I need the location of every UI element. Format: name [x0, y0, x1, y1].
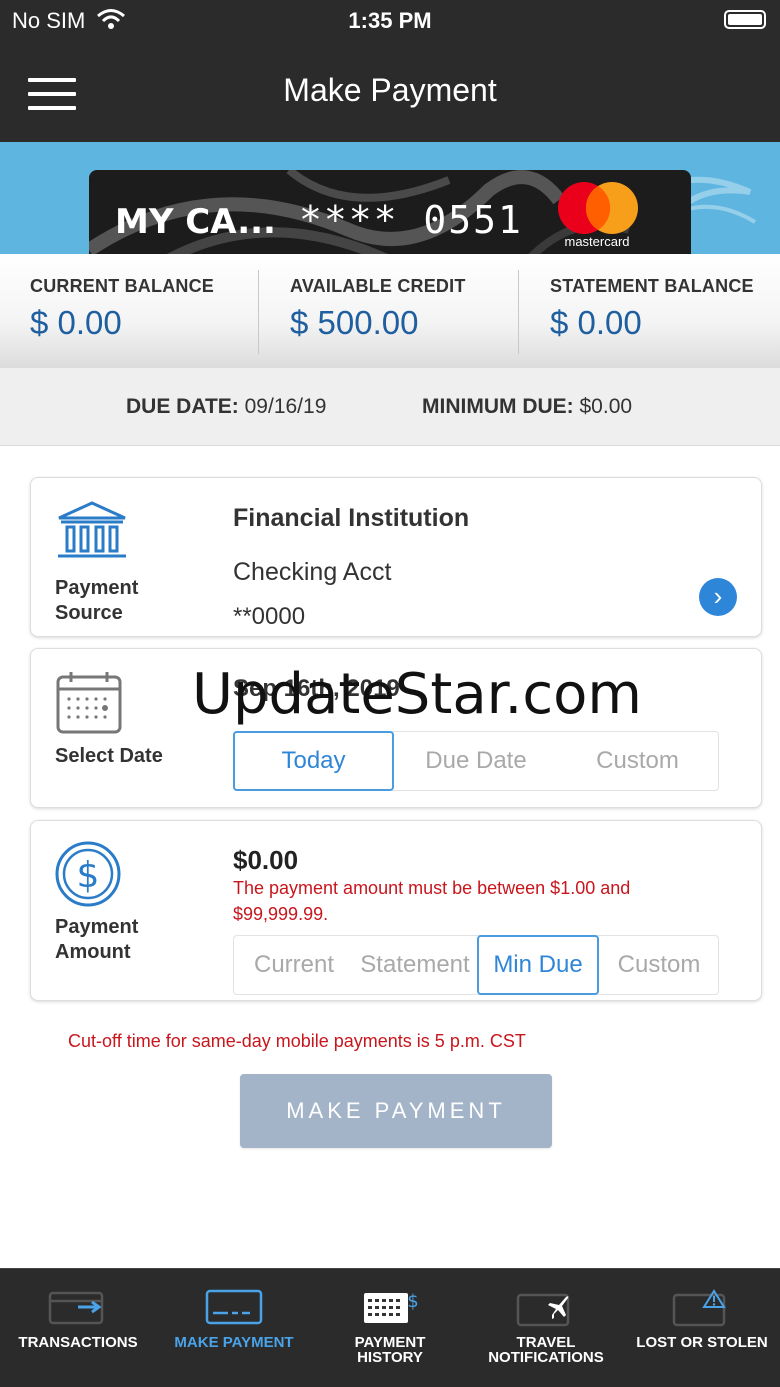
tab-label-line2: NOTIFICATIONS [488, 1349, 604, 1366]
statement-balance-value: $ 0.00 [550, 304, 642, 341]
due-date-label: DUE DATE: [126, 395, 239, 418]
tab-label: TRAVEL [516, 1334, 576, 1351]
statement-balance: STATEMENT BALANCE $ 0.00 [520, 254, 780, 368]
page-title: Make Payment [283, 72, 497, 108]
date-option-due-date[interactable]: Due Date [396, 732, 556, 790]
account-number: **0000 [233, 603, 306, 630]
date-selector: Today Due Date Custom [233, 731, 719, 791]
card-number: **** 0551 [299, 198, 523, 242]
svg-text:$: $ [407, 1291, 418, 1312]
payment-source-panel[interactable]: Payment Source Financial Institution Che… [30, 477, 762, 637]
divider [258, 270, 259, 354]
tab-label: TRANSACTIONS [18, 1334, 138, 1351]
amount-error-message: The payment amount must be between $1.00… [233, 878, 631, 924]
calendar-icon [56, 672, 122, 734]
watermark: UpdateStar.com [192, 662, 642, 727]
card-banner: MY CA... **** 0551 mastercard [0, 142, 780, 254]
minimum-due-value: $0.00 [579, 395, 633, 418]
clock: 1:35 PM [348, 8, 432, 33]
amount-option-statement[interactable]: Statement [354, 936, 476, 994]
available-credit-label: AVAILABLE CREDIT [290, 276, 466, 296]
cutoff-note: Cut-off time for same-day mobile payment… [68, 1031, 526, 1051]
tab-payment-history[interactable]: $ PAYMENT HISTORY [312, 1269, 468, 1387]
payment-amount-panel: $ Payment Amount $0.00 The payment amoun… [30, 820, 762, 1001]
tab-make-payment[interactable]: MAKE PAYMENT [156, 1269, 312, 1387]
balance-summary: CURRENT BALANCE $ 0.00 AVAILABLE CREDIT … [0, 254, 780, 368]
current-balance: CURRENT BALANCE $ 0.00 [0, 254, 260, 368]
amount-option-current[interactable]: Current [234, 936, 354, 994]
institution-name: Financial Institution [233, 504, 470, 532]
available-credit: AVAILABLE CREDIT $ 500.00 [260, 254, 520, 368]
account-type: Checking Acct [233, 558, 392, 586]
date-option-today[interactable]: Today [233, 731, 394, 791]
travel-plane-icon [516, 1293, 570, 1327]
chevron-right-icon[interactable]: › [699, 578, 737, 616]
card-name: MY CA... [115, 202, 276, 242]
amount-option-min-due[interactable]: Min Due [477, 935, 599, 995]
due-info-bar: DUE DATE: 09/16/19 MINIMUM DUE: $0.00 [0, 368, 780, 446]
minimum-due-label: MINIMUM DUE: [422, 395, 574, 418]
dollar-icon: $ [55, 841, 121, 907]
payment-amount-value[interactable]: $0.00 [233, 845, 298, 876]
tab-transactions[interactable]: TRANSACTIONS [0, 1269, 156, 1387]
status-bar: No SIM 1:35 PM [0, 0, 780, 40]
credit-card-image: MY CA... **** 0551 mastercard [89, 170, 691, 254]
tab-label-line2: HISTORY [357, 1349, 423, 1366]
payment-history-icon: $ [364, 1291, 419, 1323]
amount-selector: Current Statement Min Due Custom [233, 935, 719, 995]
due-date-value: 09/16/19 [244, 395, 327, 418]
payment-source-label: Payment Source [55, 577, 139, 624]
available-credit-value: $ 500.00 [290, 304, 419, 341]
select-date-label: Select Date [55, 745, 163, 767]
tab-travel-notifications[interactable]: TRAVEL NOTIFICATIONS [468, 1269, 624, 1387]
amount-option-custom[interactable]: Custom [600, 936, 718, 994]
due-date: DUE DATE: 09/16/19 [126, 395, 326, 419]
current-balance-label: CURRENT BALANCE [30, 276, 214, 296]
tab-lost-or-stolen[interactable]: LOST OR STOLEN [624, 1269, 780, 1387]
tab-label: MAKE PAYMENT [174, 1334, 294, 1351]
date-option-custom[interactable]: Custom [557, 732, 718, 790]
bank-icon [58, 501, 126, 558]
svg-text:$: $ [77, 855, 100, 896]
tab-bar: TRANSACTIONS MAKE PAYMENT $ PAYMENT HIST… [0, 1268, 780, 1387]
minimum-due: MINIMUM DUE: $0.00 [422, 395, 632, 419]
battery-icon [724, 10, 766, 29]
divider [518, 270, 519, 354]
payment-amount-label: Payment Amount [55, 916, 139, 963]
mastercard-label: mastercard [564, 234, 630, 249]
statement-balance-label: STATEMENT BALANCE [550, 276, 754, 296]
navigation-bar: Make Payment [0, 40, 780, 142]
tab-label: LOST OR STOLEN [636, 1334, 768, 1351]
card-payment-icon [205, 1289, 263, 1325]
current-balance-value: $ 0.00 [30, 304, 122, 341]
make-payment-button[interactable]: MAKE PAYMENT [240, 1074, 552, 1148]
warning-icon [672, 1289, 726, 1327]
tab-label: PAYMENT [354, 1334, 426, 1351]
transactions-icon [48, 1291, 104, 1325]
